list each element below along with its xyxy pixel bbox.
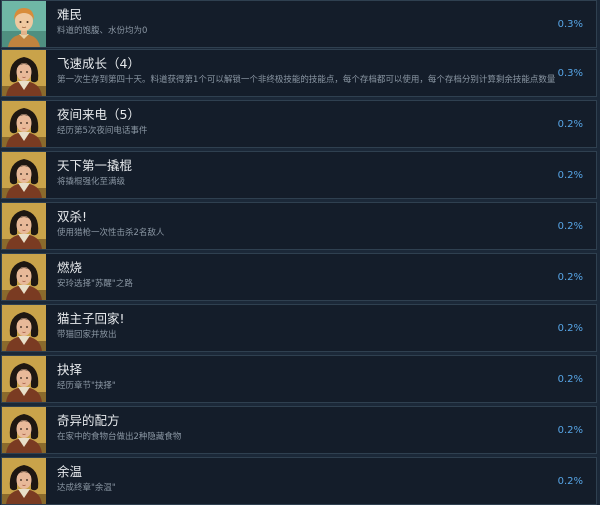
unlock-percent: 0.3% [557,68,583,79]
girl-portrait-icon [2,407,46,453]
unlock-percent: 0.2% [557,272,583,283]
girl-portrait-icon [2,50,46,96]
achievement-text: 天下第一撬棍 将撬棍强化至满级 [46,152,536,198]
unlock-percent: 0.2% [557,119,583,130]
achievement-title: 飞速成长（4） [57,56,140,71]
achievement-title: 余温 [57,464,83,479]
girl-portrait-icon [2,152,46,198]
achievement-row[interactable]: 抉择 经历章节"抉择" 0.2% [1,355,597,403]
achievement-row[interactable]: 奇异的配方 在家中的食物台做出2种隐藏食物 0.2% [1,406,597,454]
achievement-row[interactable]: 猫主子回家! 带猫回家并放出 0.2% [1,304,597,352]
unlock-percent: 0.2% [557,170,583,181]
achievement-list: 难民 料道的饱腹、水份均为0 0.3% 飞速成长（4） 第一次生存到第四十天。料… [0,0,600,505]
unlock-percent: 0.2% [557,323,583,334]
achievement-text: 猫主子回家! 带猫回家并放出 [46,305,536,351]
achievement-description: 带猫回家并放出 [57,330,117,340]
unlock-percent: 0.2% [557,374,583,385]
boy-portrait-icon [2,1,46,47]
achievement-text: 燃烧 安玲选择"苏醒"之路 [46,254,536,300]
achievement-row[interactable]: 天下第一撬棍 将撬棍强化至满级 0.2% [1,151,597,199]
achievement-row[interactable]: 余温 达成终章"余温" 0.2% [1,457,597,505]
unlock-percent: 0.2% [557,476,583,487]
achievement-text: 余温 达成终章"余温" [46,458,536,504]
achievement-row[interactable]: 双杀! 使用猎枪一次性击杀2名敌人 0.2% [1,202,597,250]
unlock-percent: 0.2% [557,221,583,232]
achievement-title: 天下第一撬棍 [57,158,133,173]
achievement-title: 猫主子回家! [57,311,125,326]
achievement-description: 料道的饱腹、水份均为0 [57,26,148,36]
achievement-text: 奇异的配方 在家中的食物台做出2种隐藏食物 [46,407,536,453]
achievement-text: 抉择 经历章节"抉择" [46,356,536,402]
achievement-title: 燃烧 [57,260,83,275]
achievement-description: 使用猎枪一次性击杀2名敌人 [57,228,165,238]
achievement-description: 在家中的食物台做出2种隐藏食物 [57,432,182,442]
girl-portrait-icon [2,254,46,300]
achievement-title: 抉择 [57,362,83,377]
unlock-percent: 0.3% [557,19,583,30]
girl-portrait-icon [2,356,46,402]
achievement-description: 达成终章"余温" [57,483,116,493]
achievement-text: 夜间来电（5） 经历第5次夜间电话事件 [46,101,536,147]
girl-portrait-icon [2,203,46,249]
girl-portrait-icon [2,101,46,147]
achievement-text: 飞速成长（4） 第一次生存到第四十天。料道获得第1个可以解锁一个非终极技能的技能… [46,50,556,96]
achievement-row[interactable]: 夜间来电（5） 经历第5次夜间电话事件 0.2% [1,100,597,148]
achievement-description: 安玲选择"苏醒"之路 [57,279,133,289]
achievement-row[interactable]: 难民 料道的饱腹、水份均为0 0.3% [1,0,597,48]
achievement-description: 第一次生存到第四十天。料道获得第1个可以解锁一个非终极技能的技能点，每个存档都可… [57,75,556,85]
achievement-description: 经历章节"抉择" [57,381,116,391]
achievement-title: 双杀! [57,209,88,224]
unlock-percent: 0.2% [557,425,583,436]
achievement-text: 双杀! 使用猎枪一次性击杀2名敌人 [46,203,536,249]
achievement-row[interactable]: 燃烧 安玲选择"苏醒"之路 0.2% [1,253,597,301]
achievement-row[interactable]: 飞速成长（4） 第一次生存到第四十天。料道获得第1个可以解锁一个非终极技能的技能… [1,49,597,97]
achievement-title: 奇异的配方 [57,413,120,428]
achievement-description: 将撬棍强化至满级 [57,177,126,187]
girl-portrait-icon [2,305,46,351]
achievement-description: 经历第5次夜间电话事件 [57,126,148,136]
achievement-text: 难民 料道的饱腹、水份均为0 [46,1,536,47]
achievement-title: 难民 [57,7,83,22]
achievement-title: 夜间来电（5） [57,107,140,122]
girl-portrait-icon [2,458,46,504]
